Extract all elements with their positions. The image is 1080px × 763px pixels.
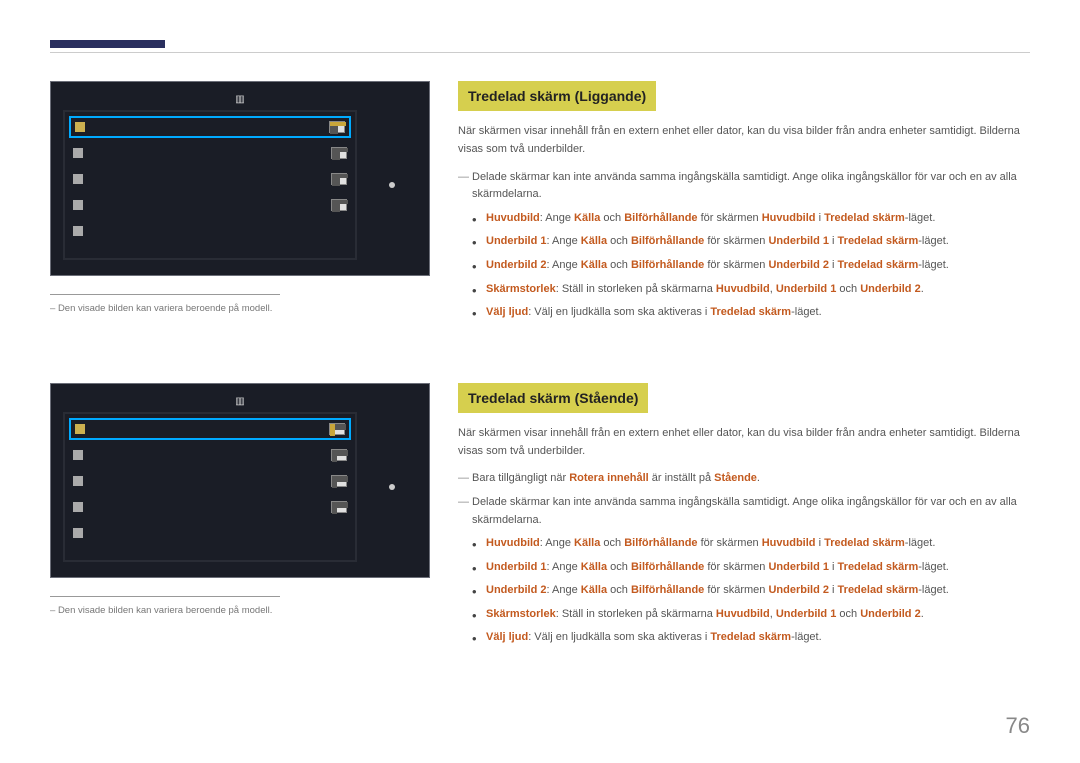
- note-text: Delade skärmar kan inte använda samma in…: [472, 494, 1030, 529]
- bullet-list: Huvudbild: Ange Källa och Bilförhållande…: [486, 535, 1030, 647]
- mockup-row: [69, 194, 351, 216]
- bullet-valj-ljud: Välj ljud: Välj en ljudkälla som ska akt…: [486, 304, 1030, 322]
- note-text: Delade skärmar kan inte använda samma in…: [472, 169, 1030, 204]
- section-portrait: ▥ – Den visade bilden kan variera bero: [50, 383, 1030, 653]
- mockup-row-selected: [69, 116, 351, 138]
- mockup-list: [63, 110, 357, 260]
- mockup-landscape: ▥: [50, 81, 430, 276]
- bullet-list: Huvudbild: Ange Källa och Bilförhållande…: [486, 210, 1030, 322]
- intro-text: När skärmen visar innehåll från en exter…: [458, 123, 1030, 158]
- mockup-footnote: – Den visade bilden kan variera beroende…: [50, 301, 430, 316]
- mockup-row: [69, 522, 351, 544]
- bullet-underbild2: Underbild 2: Ange Källa och Bilförhållan…: [486, 257, 1030, 275]
- intro-text: När skärmen visar innehåll från en exter…: [458, 425, 1030, 460]
- header-rule: [50, 52, 1030, 53]
- bullet-underbild1: Underbild 1: Ange Källa och Bilförhållan…: [486, 559, 1030, 577]
- section-heading-landscape: Tredelad skärm (Liggande): [458, 81, 656, 111]
- bullet-huvudbild: Huvudbild: Ange Källa och Bilförhållande…: [486, 535, 1030, 553]
- bullet-huvudbild: Huvudbild: Ange Källa och Bilförhållande…: [486, 210, 1030, 228]
- mockup-row: [69, 142, 351, 164]
- header-accent-bar: [50, 40, 165, 48]
- mockup-list: [63, 412, 357, 562]
- mockup-row-selected: [69, 418, 351, 440]
- page-number: 76: [1006, 708, 1030, 743]
- mockup-side-indicator: [367, 110, 417, 260]
- section-heading-portrait: Tredelad skärm (Stående): [458, 383, 648, 413]
- mockup-portrait: ▥: [50, 383, 430, 578]
- mockup-header-icon: ▥: [63, 90, 417, 110]
- bullet-valj-ljud: Välj ljud: Välj en ljudkälla som ska akt…: [486, 629, 1030, 647]
- footnote-rule: [50, 294, 280, 295]
- mockup-row: [69, 168, 351, 190]
- note-availability: Bara tillgängligt när Rotera innehåll är…: [472, 470, 1030, 488]
- mockup-header-icon: ▥: [63, 392, 417, 412]
- bullet-skarmstorlek: Skärmstorlek: Ställ in storleken på skär…: [486, 281, 1030, 299]
- mockup-footnote: – Den visade bilden kan variera beroende…: [50, 603, 430, 618]
- bullet-underbild2: Underbild 2: Ange Källa och Bilförhållan…: [486, 582, 1030, 600]
- mockup-row: [69, 220, 351, 242]
- mockup-side-indicator: [367, 412, 417, 562]
- mockup-row: [69, 470, 351, 492]
- bullet-skarmstorlek: Skärmstorlek: Ställ in storleken på skär…: [486, 606, 1030, 624]
- section-landscape: ▥ – Den visade bilden kan variera bero: [50, 81, 1030, 328]
- mockup-row: [69, 496, 351, 518]
- mockup-row: [69, 444, 351, 466]
- footnote-rule: [50, 596, 280, 597]
- bullet-underbild1: Underbild 1: Ange Källa och Bilförhållan…: [486, 233, 1030, 251]
